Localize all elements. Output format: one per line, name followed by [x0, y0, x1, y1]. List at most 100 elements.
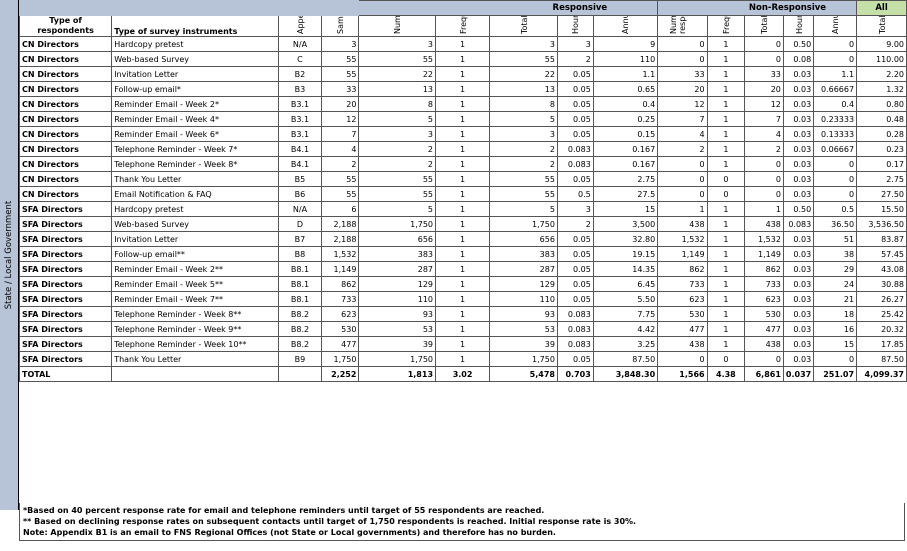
table-cell: 15.50	[856, 201, 907, 217]
table-cell: CN Directors	[18, 171, 113, 187]
group-responsive: Responsive	[358, 0, 659, 16]
table-cell: 5	[489, 201, 558, 217]
table-row: SFA Directors Hardcopy pretest N/A 6 5 1 5 3 15 1…	[18, 201, 907, 217]
table-cell: Follow-up email*	[111, 81, 280, 97]
table-cell: B3.1	[278, 126, 322, 142]
table-cell: 0.03	[782, 231, 815, 247]
table-cell: 0	[744, 186, 784, 202]
table-cell: 57.45	[856, 246, 907, 262]
table-cell: 51	[813, 231, 858, 247]
table-cell: 93	[489, 306, 558, 322]
table-row: SFA Directors Reminder Email - Week 5** B8…	[18, 276, 907, 292]
table-cell: 55	[489, 51, 558, 67]
table-cell: Thank You Letter	[111, 351, 280, 367]
table-cell: B7	[278, 231, 322, 247]
table-cell: 530	[320, 321, 360, 337]
table-cell: 0.5	[556, 186, 594, 202]
table-cell: B8.2	[278, 336, 322, 352]
table-cell: 0.083	[782, 216, 815, 232]
table-cell: 55	[358, 171, 437, 187]
table-cell: 1	[706, 96, 746, 112]
table-cell: 0	[813, 171, 858, 187]
column-header-text: Appendix	[296, 17, 305, 35]
table-cell: 0.05	[556, 291, 594, 307]
column-header: Hours per response	[782, 15, 815, 37]
table-row: SFA Directors Invitation Letter B7 2,188 656…	[18, 231, 907, 247]
table-cell: 0	[744, 171, 784, 187]
table-cell: 1	[435, 321, 491, 337]
table-cell: 0.03	[782, 81, 815, 97]
column-header-text: Type of respondents	[37, 16, 94, 36]
table-cell: 39	[489, 336, 558, 352]
table-row: CN Directors Follow-up email* B3 33 13 1 13 0.0…	[18, 81, 907, 97]
table-cell: 0.03	[782, 321, 815, 337]
table-cell: 1	[435, 111, 491, 127]
table-cell: 0.4	[592, 96, 659, 112]
table-cell: 0.03	[782, 351, 815, 367]
table-cell: SFA Directors	[18, 261, 113, 277]
table-cell: 0.08	[782, 51, 815, 67]
table-cell: 1,566	[657, 366, 708, 382]
table-cell: 1.1	[592, 66, 659, 82]
column-header: Sample Size	[320, 15, 360, 37]
column-header-text: Annual burden (hours)	[621, 17, 630, 35]
table-cell: 1	[706, 231, 746, 247]
table-cell: 4.42	[592, 321, 659, 337]
table-cell: 733	[320, 291, 360, 307]
table-cell: 110	[358, 291, 437, 307]
group-header-row: Responsive Non-Responsive All	[18, 0, 907, 16]
table-cell: 0.25	[592, 111, 659, 127]
table-cell: 477	[657, 321, 708, 337]
table-cell: 0.66667	[813, 81, 858, 97]
column-header-text: Number of Non-respondents	[669, 17, 687, 35]
table-cell: 1	[744, 201, 784, 217]
column-header-text: Frequency of response	[722, 17, 731, 35]
column-header: Number of Non-respondents	[657, 15, 708, 37]
table-cell: 13	[489, 81, 558, 97]
table-cell: 0.05	[556, 171, 594, 187]
table-cell: CN Directors	[18, 141, 113, 157]
table-cell: 1,750	[320, 351, 360, 367]
column-header-text: Hours per response	[795, 17, 804, 35]
table-cell: 93	[358, 306, 437, 322]
table-cell: 0.13333	[813, 126, 858, 142]
table-cell: 0	[813, 351, 858, 367]
table-cell: 1	[435, 351, 491, 367]
table-cell: 55	[489, 186, 558, 202]
table-cell: 0.03	[782, 126, 815, 142]
table-cell: 0	[813, 51, 858, 67]
table-cell: 26.27	[856, 291, 907, 307]
table-cell: B2	[278, 66, 322, 82]
table-cell: 0	[744, 156, 784, 172]
table-cell: 29	[813, 261, 858, 277]
table-cell: 4,099.37	[856, 366, 907, 382]
table-cell: 287	[489, 261, 558, 277]
table-cell: 733	[744, 276, 784, 292]
column-header-text: Total Annual responses	[520, 17, 529, 35]
table-cell: Telephone Reminder - Week 8*	[111, 156, 280, 172]
table-cell: SFA Directors	[18, 246, 113, 262]
table-cell: 0.5	[813, 201, 858, 217]
table-cell: 0	[706, 171, 746, 187]
table-cell: 862	[744, 261, 784, 277]
table-cell: 15	[592, 201, 659, 217]
table-cell: 55	[320, 186, 360, 202]
table-cell: 5.50	[592, 291, 659, 307]
table-cell: 1	[435, 231, 491, 247]
column-header: Hours per response	[556, 15, 594, 37]
table-cell: 2	[657, 141, 708, 157]
table-cell: 12	[320, 111, 360, 127]
table-cell: 0	[813, 156, 858, 172]
table-cell: 2.75	[856, 171, 907, 187]
table-cell: 1,149	[320, 261, 360, 277]
table-row: CN Directors Thank You Letter B5 55 55 1 55 0.0…	[18, 171, 907, 187]
table-cell: CN Directors	[18, 126, 113, 142]
table-cell: 477	[320, 336, 360, 352]
group-non-responsive: Non-Responsive	[657, 0, 858, 16]
table-cell: SFA Directors	[18, 321, 113, 337]
table-cell: D	[278, 216, 322, 232]
table-cell: Follow-up email**	[111, 246, 280, 262]
table-cell: 0.03	[782, 156, 815, 172]
table-cell: 24	[813, 276, 858, 292]
table-row: CN Directors Telephone Reminder - Week 7*…	[18, 141, 907, 157]
